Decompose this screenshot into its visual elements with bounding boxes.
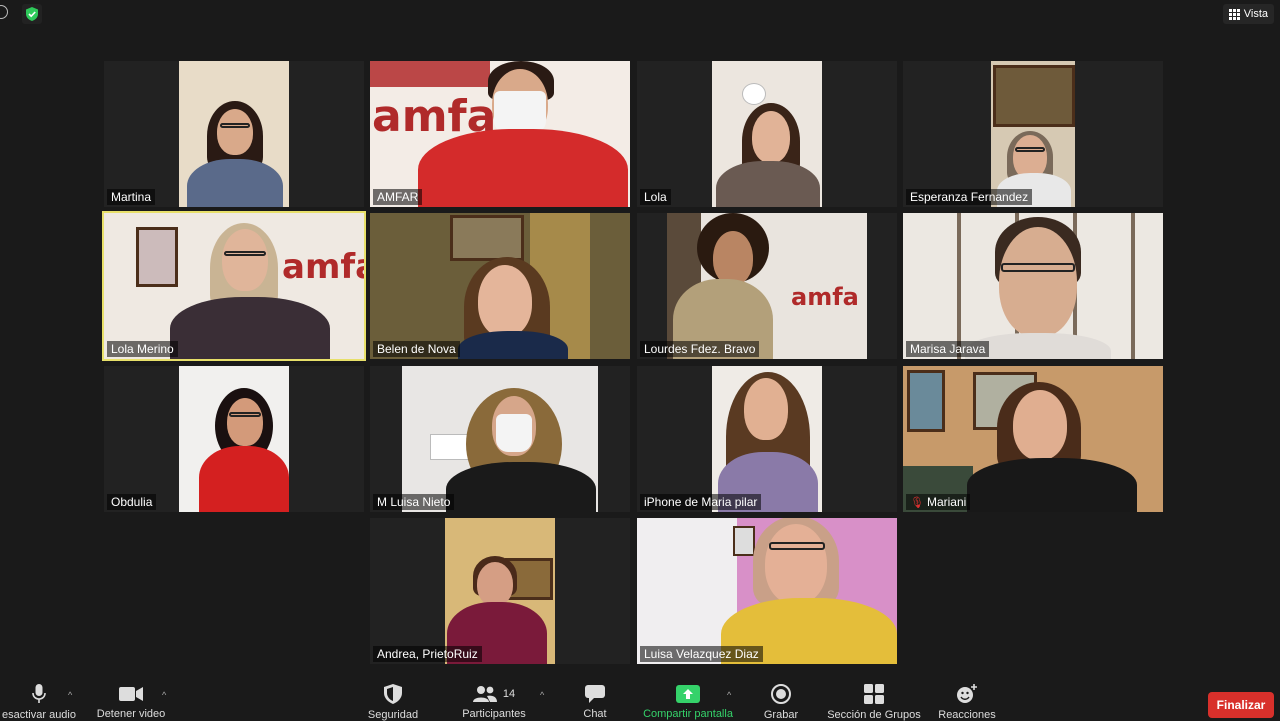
meeting-toolbar: esactivar audio ^ Detener video ^ Seguri… (0, 678, 1280, 721)
participant-name: Lola (640, 189, 671, 205)
reactions-smiley-icon (956, 684, 978, 704)
video-feed: amfar (104, 213, 364, 359)
video-tile-lourdes-fdez-bravo[interactable]: amfa Lourdes Fdez. Bravo (637, 213, 897, 359)
stop-video-button[interactable]: Detener video (92, 678, 170, 720)
participants-count: 14 (502, 687, 516, 700)
microphone-icon (32, 684, 46, 704)
audio-options-chevron-icon[interactable]: ^ (68, 690, 72, 700)
grid-view-icon (1228, 8, 1240, 20)
participant-name: Marisa Jarava (906, 341, 990, 357)
video-feed (712, 61, 822, 207)
chat-bubble-icon (585, 684, 605, 703)
video-feed: amfar (370, 61, 630, 207)
video-feed (712, 366, 822, 512)
video-tile-belen-de-nova[interactable]: Belen de Nova (370, 213, 630, 359)
video-feed (903, 366, 1163, 512)
participant-name: Obdulia (107, 494, 157, 510)
video-tile-luisa-velazquez-diaz[interactable]: Luisa Velazquez Diaz (637, 518, 897, 664)
security-shield-icon (384, 684, 402, 704)
video-tile-martina[interactable]: Martina (104, 61, 364, 207)
end-meeting-button[interactable]: Finalizar (1208, 692, 1274, 718)
video-feed (445, 518, 555, 664)
participant-name: Lourdes Fdez. Bravo (640, 341, 760, 357)
video-tile-m-luisa-nieto[interactable]: M Luisa Nieto (370, 366, 630, 512)
reactions-label: Reacciones (938, 709, 996, 721)
mute-audio-button[interactable]: esactivar audio (0, 678, 78, 721)
view-label: Vista (1243, 8, 1268, 20)
video-options-chevron-icon[interactable]: ^ (162, 690, 166, 700)
participants-options-chevron-icon[interactable]: ^ (540, 690, 544, 700)
video-tile-lola[interactable]: Lola (637, 61, 897, 207)
participants-button[interactable]: 14 Participantes (456, 678, 532, 720)
security-button[interactable]: Seguridad (360, 678, 426, 721)
participant-name: M Luisa Nieto (373, 494, 455, 510)
participant-name: Belen de Nova (373, 341, 460, 357)
record-icon (771, 684, 791, 704)
video-feed: amfa (667, 213, 867, 359)
video-feed (370, 213, 630, 359)
video-camera-icon (119, 684, 143, 703)
video-feed (991, 61, 1075, 207)
participant-name: Luisa Velazquez Diaz (640, 646, 763, 662)
reactions-button[interactable]: Reacciones (934, 678, 1000, 721)
breakout-rooms-icon (864, 684, 884, 704)
encryption-shield-icon[interactable] (22, 4, 42, 24)
participant-name: Martina (107, 189, 156, 205)
video-feed (402, 366, 598, 512)
amfar-logo: amfa (791, 283, 859, 311)
record-label: Grabar (763, 709, 799, 721)
security-label: Seguridad (367, 709, 419, 721)
video-tile-lola-merino[interactable]: amfar Lola Merino (102, 211, 366, 361)
participant-name-text: Mariani (926, 495, 967, 509)
video-feed (179, 61, 289, 207)
chat-label: Chat (583, 708, 607, 720)
video-feed (903, 213, 1163, 359)
mute-audio-label: esactivar audio (2, 709, 76, 721)
record-button[interactable]: Grabar (756, 678, 806, 721)
share-screen-icon (676, 684, 700, 703)
video-tile-esperanza-fernandez[interactable]: Esperanza Fernandez (903, 61, 1163, 207)
participant-name: Esperanza Fernandez (906, 189, 1033, 205)
video-tile-amfar[interactable]: amfar AMFAR (370, 61, 630, 207)
participant-name: Andrea, PrietoRuiz (373, 646, 482, 662)
participant-name: AMFAR (373, 189, 423, 205)
amfar-logo: amfar (282, 247, 364, 287)
chat-button[interactable]: Chat (572, 678, 618, 720)
info-icon[interactable] (0, 5, 8, 19)
participant-name: 🎙 Mariani (906, 494, 971, 510)
video-tile-iphone-de-maria-pilar[interactable]: iPhone de Maria pilar (637, 366, 897, 512)
view-button[interactable]: Vista (1222, 4, 1274, 24)
share-screen-label: Compartir pantalla (643, 708, 733, 720)
breakout-rooms-button[interactable]: Sección de Grupos (820, 678, 928, 721)
muted-mic-icon: 🎙 (910, 497, 924, 509)
stop-video-label: Detener video (96, 708, 166, 720)
video-tile-marisa-jarava[interactable]: Marisa Jarava (903, 213, 1163, 359)
video-feed (179, 366, 289, 512)
breakout-rooms-label: Sección de Grupos (827, 709, 921, 721)
top-bar: Vista (0, 0, 1280, 28)
video-tile-obdulia[interactable]: Obdulia (104, 366, 364, 512)
share-screen-button[interactable]: Compartir pantalla (636, 678, 740, 720)
share-options-chevron-icon[interactable]: ^ (727, 690, 731, 700)
participants-icon: 14 (472, 684, 516, 703)
video-feed (637, 518, 897, 664)
participant-name: iPhone de Maria pilar (640, 494, 762, 510)
video-tile-andrea-prietoruiz[interactable]: Andrea, PrietoRuiz (370, 518, 630, 664)
participants-label: Participantes (462, 708, 526, 720)
video-tile-mariani[interactable]: 🎙 Mariani (903, 366, 1163, 512)
participant-name: Lola Merino (107, 341, 178, 357)
